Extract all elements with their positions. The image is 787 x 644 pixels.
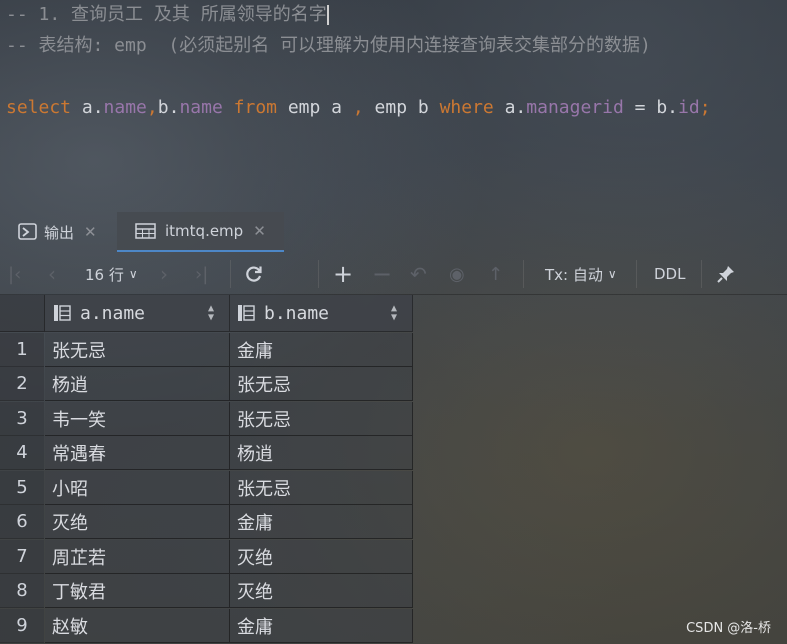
- sql-editor[interactable]: -- 1. 查询员工 及其 所属领导的名字 -- 表结构: emp (必须起别名…: [0, 0, 787, 200]
- tx-mode-selector[interactable]: Tx: 自动 ∨: [545, 254, 617, 294]
- row-number[interactable]: 6: [0, 505, 44, 539]
- row-number[interactable]: 9: [0, 609, 44, 643]
- submit-icon[interactable]: ↑: [488, 254, 503, 294]
- chevron-down-icon: ∨: [607, 267, 617, 281]
- comment-line-1: -- 1. 查询员工 及其 所属领导的名字: [6, 0, 329, 26]
- tab-output-label: 输出: [44, 223, 75, 242]
- comment-line-2: -- 表结构: emp (必须起别名 可以理解为使用内连接查询表交集部分的数据): [6, 35, 651, 56]
- prev-page-icon[interactable]: ‹: [48, 254, 56, 294]
- watermark: CSDN @洛-桥: [686, 621, 771, 636]
- chevron-down-icon: ∨: [128, 267, 138, 281]
- table-cell[interactable]: 灭绝: [230, 540, 413, 574]
- row-number[interactable]: 4: [0, 436, 44, 470]
- table-cell[interactable]: 金庸: [230, 505, 413, 539]
- table-emp-a: emp a: [277, 97, 353, 118]
- row-number[interactable]: 2: [0, 367, 44, 401]
- kw-select: select: [6, 97, 72, 118]
- table-cell[interactable]: 张无忌: [230, 367, 413, 401]
- tab-itmtq-emp[interactable]: itmtq.emp ✕: [117, 212, 284, 252]
- table-cell[interactable]: 金庸: [230, 609, 413, 643]
- sort-icon[interactable]: ▲ ▼: [208, 304, 214, 323]
- field-id: id: [678, 97, 700, 118]
- alias-a-2: a.: [493, 97, 527, 118]
- column-header-b-name[interactable]: b.name ▲ ▼: [230, 295, 413, 332]
- alias-b: b.: [157, 97, 180, 118]
- result-tabbar: 输出 ✕ itmtq.emp ✕: [0, 212, 787, 252]
- semicolon: ;: [699, 97, 711, 118]
- table-cell[interactable]: 杨逍: [230, 436, 413, 470]
- delete-row-icon[interactable]: −: [372, 254, 392, 294]
- tab-output[interactable]: 输出 ✕: [0, 212, 115, 252]
- column-key-icon: [236, 303, 258, 323]
- table-cell[interactable]: 杨逍: [45, 367, 230, 401]
- comma: ,: [146, 97, 158, 118]
- last-page-icon[interactable]: ›|: [195, 254, 208, 294]
- first-page-icon[interactable]: |‹: [8, 254, 21, 294]
- column-header-a-name[interactable]: a.name ▲ ▼: [45, 295, 230, 332]
- add-row-icon[interactable]: +: [333, 254, 353, 294]
- sort-icon[interactable]: ▲ ▼: [391, 304, 397, 323]
- table-cell[interactable]: 小昭: [45, 471, 230, 505]
- row-number[interactable]: 8: [0, 574, 44, 608]
- rows-selector[interactable]: 16 行 ∨: [85, 254, 138, 294]
- equals-b: = b.: [623, 97, 678, 118]
- preview-icon[interactable]: ◉: [449, 254, 465, 294]
- ddl-button[interactable]: DDL: [654, 254, 685, 294]
- next-page-icon[interactable]: ›: [160, 254, 168, 294]
- table-cell[interactable]: 丁敏君: [45, 574, 230, 608]
- toolbar-separator: [318, 260, 319, 288]
- alias-a: a.: [71, 97, 104, 118]
- rows-count: 16 行: [85, 265, 124, 284]
- grid-corner: [0, 295, 45, 332]
- toolbar-separator: [230, 260, 231, 288]
- table-cell[interactable]: 赵敏: [45, 609, 230, 643]
- column-key-icon: [52, 303, 74, 323]
- toolbar-separator: [523, 260, 524, 288]
- table-cell[interactable]: 常遇春: [45, 436, 230, 470]
- row-number[interactable]: 7: [0, 540, 44, 574]
- toolbar-separator: [701, 260, 702, 288]
- column-label-b-name: b.name: [264, 302, 330, 324]
- pin-icon[interactable]: [716, 254, 736, 294]
- text-cursor: [326, 5, 329, 25]
- toolbar-separator: [636, 260, 637, 288]
- table-cell[interactable]: 张无忌: [230, 402, 413, 436]
- field-managerid: managerid: [526, 97, 624, 118]
- field-name-a: name: [103, 97, 147, 118]
- close-icon[interactable]: ✕: [84, 223, 97, 241]
- table-cell[interactable]: 张无忌: [45, 333, 230, 367]
- row-number[interactable]: 5: [0, 471, 44, 505]
- refresh-icon[interactable]: [244, 254, 264, 294]
- table-cell[interactable]: 灭绝: [45, 505, 230, 539]
- kw-where: where: [439, 97, 494, 118]
- table-icon: [135, 222, 157, 240]
- table-cell[interactable]: 灭绝: [230, 574, 413, 608]
- table-cell[interactable]: 周芷若: [45, 540, 230, 574]
- revert-icon[interactable]: ↶: [410, 254, 427, 294]
- row-number[interactable]: 1: [0, 333, 44, 367]
- field-name-b: name: [179, 97, 223, 118]
- result-toolbar: |‹ ‹ 16 行 ∨ › ›| + − ↶ ◉ ↑ Tx: 自动 ∨ DDL: [0, 254, 787, 295]
- sql-statement: select a.name,b.name from emp a , emp b …: [6, 97, 711, 118]
- table-emp-b: emp b: [363, 97, 440, 118]
- column-label-a-name: a.name: [80, 302, 146, 324]
- row-number[interactable]: 3: [0, 402, 44, 436]
- close-icon[interactable]: ✕: [253, 222, 266, 240]
- table-cell[interactable]: 金庸: [230, 333, 413, 367]
- tab-emp-label: itmtq.emp: [165, 222, 244, 240]
- comma-2: ,: [352, 97, 364, 118]
- comment-text-1: -- 1. 查询员工 及其 所属领导的名字: [6, 4, 327, 25]
- table-cell[interactable]: 韦一笑: [45, 402, 230, 436]
- console-icon: [18, 223, 38, 241]
- table-cell[interactable]: 张无忌: [230, 471, 413, 505]
- kw-from: from: [233, 97, 277, 118]
- tx-mode-label: Tx: 自动: [545, 265, 603, 284]
